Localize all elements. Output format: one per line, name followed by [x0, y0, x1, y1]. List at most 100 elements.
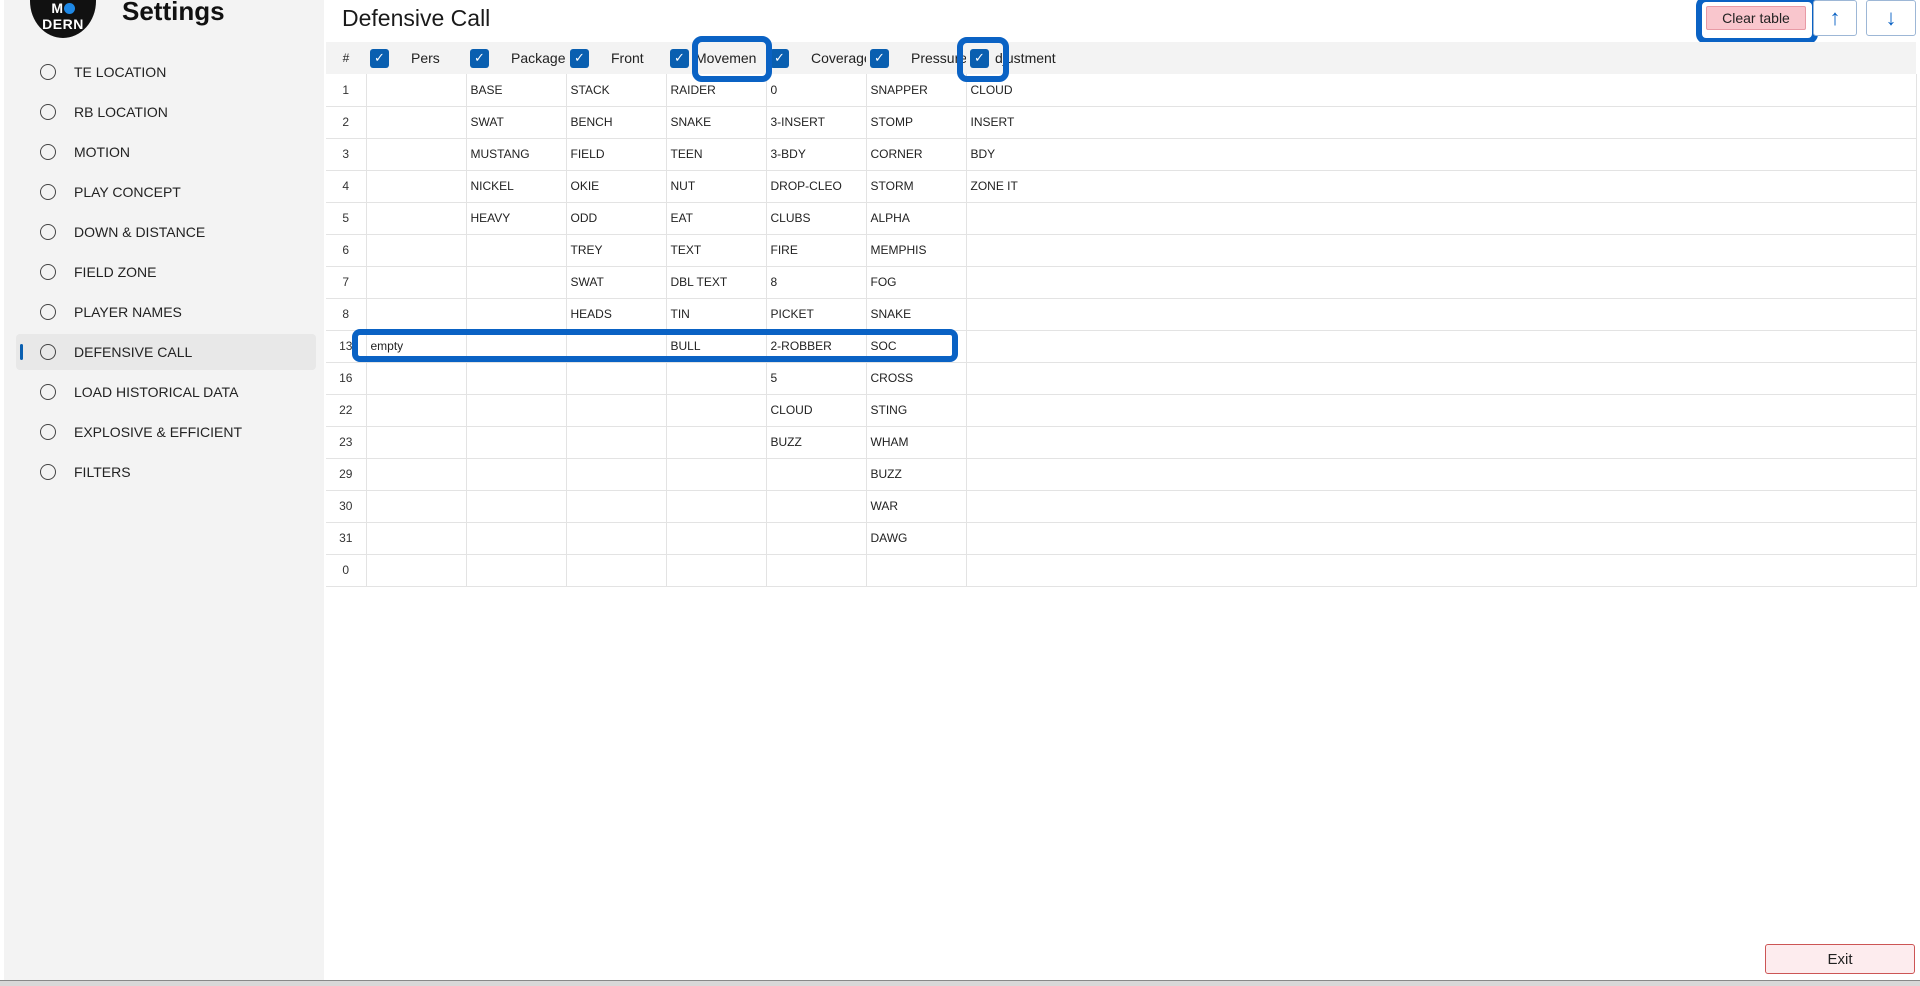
table-cell[interactable]	[466, 522, 567, 555]
table-cell[interactable]	[466, 266, 567, 299]
table-cell[interactable]: PICKET	[766, 298, 867, 331]
table-cell[interactable]: SOC	[866, 330, 967, 363]
table-row[interactable]: 22 CLOUD STING	[326, 394, 1917, 427]
table-cell[interactable]	[966, 522, 1917, 555]
table-cell[interactable]: CLUBS	[766, 202, 867, 235]
table-cell[interactable]	[966, 426, 1917, 459]
column-checkbox[interactable]: ✓	[470, 48, 489, 68]
table-cell[interactable]: NUT	[666, 170, 767, 203]
table-cell[interactable]: DAWG	[866, 522, 967, 555]
table-cell[interactable]: SNAKE	[866, 298, 967, 331]
table-cell[interactable]	[966, 330, 1917, 363]
table-cell[interactable]	[966, 298, 1917, 331]
table-cell[interactable]	[366, 426, 467, 459]
column-checkbox[interactable]: ✓	[970, 48, 989, 68]
radio-icon[interactable]	[40, 464, 56, 480]
sidebar-item-explosive-efficient[interactable]: EXPLOSIVE & EFFICIENT	[16, 414, 316, 450]
table-cell[interactable]	[566, 330, 667, 363]
table-cell[interactable]	[666, 362, 767, 395]
table-cell[interactable]: BUZZ	[866, 458, 967, 491]
radio-icon[interactable]	[40, 384, 56, 400]
table-cell[interactable]	[966, 234, 1917, 267]
table-cell[interactable]: empty	[366, 330, 467, 363]
table-cell[interactable]: EAT	[666, 202, 767, 235]
table-cell[interactable]	[966, 554, 1917, 587]
table-cell[interactable]: MEMPHIS	[866, 234, 967, 267]
table-cell[interactable]	[366, 458, 467, 491]
radio-icon[interactable]	[40, 64, 56, 80]
sidebar-item-play-concept[interactable]: PLAY CONCEPT	[16, 174, 316, 210]
table-cell[interactable]	[466, 298, 567, 331]
table-cell[interactable]: WAR	[866, 490, 967, 523]
table-cell[interactable]	[366, 554, 467, 587]
clear-table-button[interactable]: Clear table	[1706, 6, 1806, 30]
table-cell[interactable]: STORM	[866, 170, 967, 203]
sidebar-item-filters[interactable]: FILTERS	[16, 454, 316, 490]
sidebar-item-motion[interactable]: MOTION	[16, 134, 316, 170]
table-cell[interactable]	[366, 202, 467, 235]
table-cell[interactable]: 2-ROBBER	[766, 330, 867, 363]
table-cell[interactable]: WHAM	[866, 426, 967, 459]
table-cell[interactable]	[366, 394, 467, 427]
table-cell[interactable]: ZONE IT	[966, 170, 1917, 203]
sidebar-item-te-location[interactable]: TE LOCATION	[16, 54, 316, 90]
table-cell[interactable]	[366, 490, 467, 523]
table-cell[interactable]	[366, 298, 467, 331]
table-cell[interactable]: STACK	[566, 74, 667, 107]
table-row[interactable]: 2 SWAT BENCH SNAKE 3-INSERT STOMP INSERT	[326, 106, 1917, 139]
table-cell[interactable]	[466, 234, 567, 267]
table-row[interactable]: 8 HEADS TIN PICKET SNAKE	[326, 298, 1917, 331]
sidebar-item-player-names[interactable]: PLAYER NAMES	[16, 294, 316, 330]
table-cell[interactable]	[566, 394, 667, 427]
table-cell[interactable]	[366, 138, 467, 171]
table-cell[interactable]: DROP-CLEO	[766, 170, 867, 203]
table-cell[interactable]	[866, 554, 967, 587]
table-cell[interactable]	[966, 458, 1917, 491]
table-row[interactable]: 16 5 CROSS	[326, 362, 1917, 395]
table-cell[interactable]	[766, 458, 867, 491]
table-cell[interactable]	[766, 490, 867, 523]
table-cell[interactable]	[966, 202, 1917, 235]
table-cell[interactable]: OKIE	[566, 170, 667, 203]
table-cell[interactable]	[366, 106, 467, 139]
table-cell[interactable]	[466, 330, 567, 363]
table-cell[interactable]	[566, 426, 667, 459]
move-down-button[interactable]: ↓	[1866, 0, 1916, 36]
table-cell[interactable]	[566, 522, 667, 555]
sidebar-item-defensive-call[interactable]: DEFENSIVE CALL	[16, 334, 316, 370]
table-cell[interactable]: ALPHA	[866, 202, 967, 235]
sidebar-item-down-distance[interactable]: DOWN & DISTANCE	[16, 214, 316, 250]
move-up-button[interactable]: ↑	[1813, 0, 1857, 36]
table-cell[interactable]: CORNER	[866, 138, 967, 171]
sidebar-item-rb-location[interactable]: RB LOCATION	[16, 94, 316, 130]
column-header-movemen[interactable]: ✓ Movemen	[666, 42, 766, 74]
table-cell[interactable]	[966, 394, 1917, 427]
table-cell[interactable]: 5	[766, 362, 867, 395]
table-cell[interactable]: STING	[866, 394, 967, 427]
table-cell[interactable]	[366, 362, 467, 395]
radio-icon[interactable]	[40, 144, 56, 160]
table-cell[interactable]: BENCH	[566, 106, 667, 139]
table-cell[interactable]: TEXT	[666, 234, 767, 267]
table-cell[interactable]	[366, 522, 467, 555]
table-cell[interactable]	[466, 458, 567, 491]
sidebar-item-load-historical-data[interactable]: LOAD HISTORICAL DATA	[16, 374, 316, 410]
table-row[interactable]: 0	[326, 554, 1917, 587]
column-checkbox[interactable]: ✓	[870, 48, 889, 68]
table-cell[interactable]	[566, 490, 667, 523]
table-cell[interactable]: HEADS	[566, 298, 667, 331]
radio-icon[interactable]	[40, 104, 56, 120]
table-cell[interactable]	[766, 554, 867, 587]
table-cell[interactable]: SNAKE	[666, 106, 767, 139]
radio-icon[interactable]	[40, 184, 56, 200]
radio-icon[interactable]	[40, 344, 56, 360]
table-cell[interactable]: NICKEL	[466, 170, 567, 203]
table-row[interactable]: 3 MUSTANG FIELD TEEN 3-BDY CORNER BDY	[326, 138, 1917, 171]
radio-icon[interactable]	[40, 424, 56, 440]
column-checkbox[interactable]: ✓	[370, 48, 389, 68]
column-header-pers[interactable]: ✓ Pers	[366, 42, 466, 74]
table-cell[interactable]: CROSS	[866, 362, 967, 395]
table-cell[interactable]: FOG	[866, 266, 967, 299]
table-cell[interactable]: 3-BDY	[766, 138, 867, 171]
table-cell[interactable]: BULL	[666, 330, 767, 363]
